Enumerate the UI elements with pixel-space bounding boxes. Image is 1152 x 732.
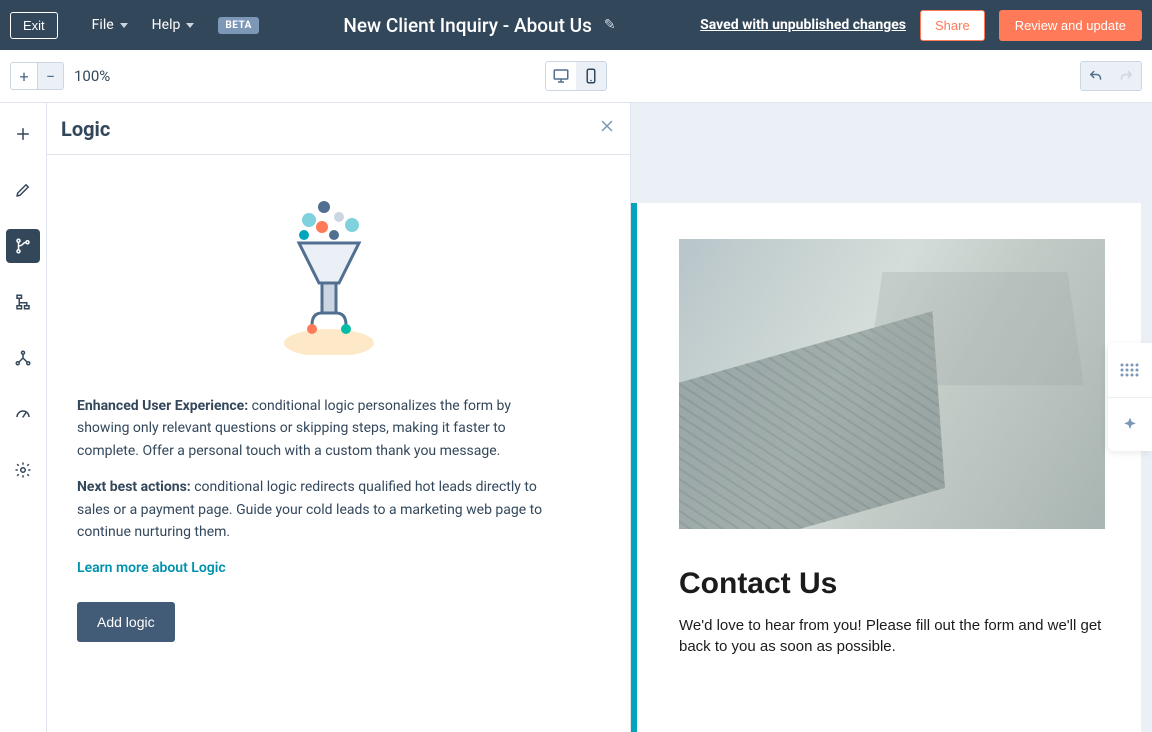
plus-icon [14, 125, 32, 143]
panel-title: Logic [61, 117, 110, 141]
review-update-button[interactable]: Review and update [999, 10, 1142, 41]
illustration-wrap [77, 195, 600, 355]
gauge-icon [14, 405, 32, 423]
gear-icon [14, 461, 32, 479]
left-rail [0, 103, 47, 732]
redo-icon [1117, 67, 1135, 85]
description-1-bold: Enhanced User Experience: [77, 398, 248, 414]
rail-automation-button[interactable] [6, 341, 40, 375]
page-title: New Client Inquiry - About Us [343, 14, 591, 37]
floating-tools [1108, 343, 1152, 451]
form-preview[interactable]: Contact Us We'd love to hear from you! P… [631, 203, 1141, 732]
secondary-toolbar: + − 100% [0, 50, 1152, 103]
topbar-right: Saved with unpublished changes Share Rev… [700, 10, 1142, 41]
branch-icon [14, 237, 32, 255]
help-menu[interactable]: Help [152, 17, 195, 33]
panel-header: Logic [47, 103, 630, 155]
zoom-in-button[interactable]: + [11, 63, 37, 89]
menu-group: File Help BETA [92, 17, 259, 34]
preview-hero-image [679, 239, 1105, 529]
preview-body-text: We'd love to hear from you! Please fill … [679, 615, 1105, 657]
preview-area: Contact Us We'd love to hear from you! P… [631, 103, 1152, 732]
grid-dots-icon [1120, 363, 1140, 377]
saved-status-link[interactable]: Saved with unpublished changes [700, 17, 906, 33]
learn-more-link[interactable]: Learn more about Logic [77, 560, 226, 576]
close-panel-button[interactable] [598, 117, 616, 140]
sparkle-icon [1120, 415, 1140, 435]
description-2: Next best actions: conditional logic red… [77, 476, 562, 543]
description-1: Enhanced User Experience: conditional lo… [77, 395, 562, 462]
zoom-group: + − 100% [10, 62, 110, 90]
redo-button[interactable] [1111, 62, 1141, 90]
rail-settings-button[interactable] [6, 453, 40, 487]
rail-steps-button[interactable] [6, 285, 40, 319]
close-icon [598, 117, 616, 135]
rail-add-button[interactable] [6, 117, 40, 151]
beta-badge: BETA [218, 17, 259, 34]
main-area: Logic [0, 103, 1152, 732]
desktop-icon [552, 67, 570, 85]
file-menu[interactable]: File [92, 17, 128, 33]
zoom-level: 100% [74, 67, 110, 85]
funnel-icon [274, 195, 404, 355]
desktop-view-button[interactable] [546, 62, 576, 90]
mobile-view-button[interactable] [576, 62, 606, 90]
logic-panel: Logic [47, 103, 631, 732]
edit-title-icon[interactable]: ✎ [604, 17, 616, 33]
undo-icon [1087, 67, 1105, 85]
rail-style-button[interactable] [6, 173, 40, 207]
chevron-down-icon [186, 23, 194, 28]
zoom-out-button[interactable]: − [37, 63, 63, 89]
preview-heading: Contact Us [679, 567, 1105, 601]
chevron-down-icon [120, 23, 128, 28]
share-button[interactable]: Share [920, 10, 985, 41]
ai-tool-button[interactable] [1108, 397, 1152, 451]
rail-performance-button[interactable] [6, 397, 40, 431]
pencil-icon [14, 181, 32, 199]
grid-tool-button[interactable] [1108, 343, 1152, 397]
hierarchy-icon [14, 293, 32, 311]
automation-icon [14, 349, 32, 367]
undo-button[interactable] [1081, 62, 1111, 90]
panel-body: Enhanced User Experience: conditional lo… [47, 155, 630, 732]
description-2-bold: Next best actions: [77, 479, 191, 495]
mobile-icon [582, 67, 600, 85]
file-menu-label: File [92, 17, 114, 33]
zoom-buttons: + − [10, 62, 64, 90]
top-bar: Exit File Help BETA New Client Inquiry -… [0, 0, 1152, 50]
title-wrap: New Client Inquiry - About Us ✎ [279, 14, 680, 37]
rail-logic-button[interactable] [6, 229, 40, 263]
help-menu-label: Help [152, 17, 181, 33]
funnel-illustration [274, 195, 404, 355]
device-toggle [545, 61, 607, 91]
add-logic-button[interactable]: Add logic [77, 602, 175, 642]
undo-redo-group [1080, 61, 1142, 91]
exit-button[interactable]: Exit [10, 12, 58, 39]
